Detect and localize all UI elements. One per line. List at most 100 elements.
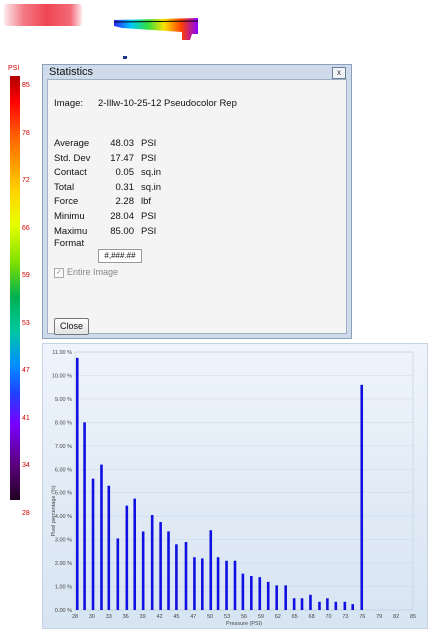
x-tick-label: 73 <box>342 614 348 620</box>
scale-tick-label: 85 <box>22 82 30 89</box>
x-tick-label: 65 <box>292 614 298 620</box>
histogram-bar <box>167 531 170 610</box>
histogram-bar <box>83 422 86 610</box>
stat-unit: PSI <box>141 225 157 237</box>
x-tick-label: 76 <box>359 614 365 620</box>
x-tick-label: 68 <box>309 614 315 620</box>
histogram-bar <box>75 357 79 610</box>
histogram-bar <box>193 557 196 610</box>
histogram-bar <box>91 478 95 610</box>
stat-value: 0.31 <box>115 181 135 193</box>
stat-value: 48.03 <box>110 138 134 149</box>
close-button[interactable]: Close <box>54 318 89 335</box>
x-tick-label: 28 <box>72 614 78 620</box>
histogram-bar <box>318 601 321 610</box>
histogram-bar <box>326 598 329 610</box>
histogram-bar <box>125 505 129 610</box>
image-name: 2-Illw-10-25-12 Pseudocolor Rep <box>98 98 237 109</box>
scale-tick-label: 72 <box>22 177 30 184</box>
y-tick-label: 11.00 % <box>52 350 72 356</box>
histogram-bar <box>250 575 253 610</box>
histogram-bar <box>343 601 347 610</box>
scale-unit-label: PSI <box>8 65 20 72</box>
histogram-bar <box>107 485 111 610</box>
x-tick-label: 62 <box>275 614 281 620</box>
histogram-bar <box>233 560 237 610</box>
histogram-bar <box>150 515 154 610</box>
x-tick-label: 53 <box>224 614 230 620</box>
pressure-footprint-red-thumbnail[interactable] <box>4 4 82 26</box>
y-tick-label: 2.00 % <box>55 561 72 567</box>
x-tick-label: 82 <box>393 614 399 620</box>
histogram-bar <box>309 594 312 610</box>
small-marker <box>123 56 127 59</box>
x-tick-label: 56 <box>241 614 247 620</box>
stat-label: Contact <box>54 167 87 179</box>
histogram-bar <box>133 498 137 610</box>
stat-value: 2.28 <box>115 196 135 208</box>
pressure-histogram: 0.00 % 1.00 % 2.00 % 3.00 % 4.00 % 5.00 % 6.00… <box>42 343 428 629</box>
histogram-bar <box>159 522 162 610</box>
y-tick-label: 10.00 % <box>52 373 72 379</box>
stat-label: Std. Dev <box>54 152 91 164</box>
stat-label: Minimu <box>54 211 85 222</box>
x-tick-label: 45 <box>173 614 179 620</box>
pressure-footprint-pseudocolor-thumbnail[interactable] <box>112 14 200 40</box>
y-tick-label: 3.00 % <box>55 538 72 544</box>
x-tick-label: 79 <box>376 614 382 620</box>
histogram-svg: 0.00 % 1.00 % 2.00 % 3.00 % 4.00 % 5.00 % 6.00… <box>51 350 416 627</box>
x-tick-label: 50 <box>207 614 213 620</box>
stat-unit: PSI <box>141 211 157 222</box>
histogram-bar <box>201 558 204 610</box>
color-scale-ticks: 85 78 72 66 59 53 47 41 34 28 <box>22 64 42 517</box>
y-tick-label: 1.00 % <box>55 585 72 591</box>
scale-tick-label: 59 <box>22 272 30 279</box>
y-tick-label: 4.00 % <box>55 514 72 520</box>
stat-label: Force <box>54 196 79 208</box>
histogram-bar <box>292 598 296 610</box>
histogram-bar <box>225 560 228 610</box>
histogram-bar <box>360 384 364 610</box>
stat-label: Total <box>54 181 75 193</box>
histogram-bar <box>275 585 278 610</box>
entire-image-label: Entire Image <box>67 267 119 277</box>
x-tick-label: 39 <box>140 614 146 620</box>
scale-tick-label: 53 <box>22 319 30 327</box>
x-tick-label: 47 <box>190 614 196 620</box>
y-tick-label: 8.00 % <box>55 420 72 426</box>
color-scale-bar <box>10 76 20 500</box>
pressure-color-scale: PSI <box>4 64 22 504</box>
stat-label: Maximu <box>54 225 88 237</box>
y-tick-label: 9.00 % <box>55 397 72 403</box>
histogram-bar <box>100 464 103 610</box>
statistics-dialog: Statistics x Image: 2-Illw-10-25-12 Pseu… <box>42 64 352 339</box>
scale-tick-label: 47 <box>22 367 30 374</box>
dialog-body: Image: 2-Illw-10-25-12 Pseudocolor Rep A… <box>47 79 347 335</box>
histogram-bar <box>141 531 145 610</box>
scale-tick-label: 41 <box>22 414 30 422</box>
image-label: Image: <box>54 98 84 109</box>
x-tick-label: 30 <box>89 614 95 620</box>
histogram-bar <box>175 544 178 610</box>
stat-value: 28.04 <box>110 211 134 222</box>
stat-value: 0.05 <box>115 167 135 179</box>
x-tick-label: 36 <box>123 614 129 620</box>
histogram-bar <box>300 598 304 610</box>
scale-tick-label: 66 <box>22 224 30 232</box>
histogram-bar <box>209 530 213 610</box>
stat-unit: PSI <box>141 152 157 164</box>
close-icon[interactable]: x <box>332 67 346 79</box>
entire-image-checkbox[interactable]: ✓ Entire Image <box>54 267 118 278</box>
x-tick-label: 85 <box>410 614 416 620</box>
y-tick-label: 6.00 % <box>55 467 72 473</box>
scale-tick-label: 34 <box>22 462 30 469</box>
histogram-bar <box>266 581 270 610</box>
x-tick-label: 42 <box>156 614 162 620</box>
histogram-bar <box>284 585 287 610</box>
y-tick-label: 5.00 % <box>55 491 72 497</box>
stat-unit: lbf <box>141 196 152 208</box>
x-tick-label: 70 <box>325 614 331 620</box>
histogram-bar <box>334 601 338 610</box>
histogram-bar <box>241 573 245 610</box>
format-field[interactable]: #,###.## <box>98 249 142 263</box>
